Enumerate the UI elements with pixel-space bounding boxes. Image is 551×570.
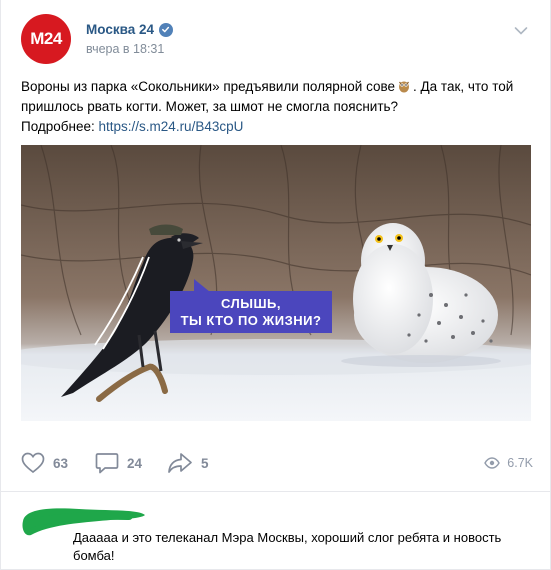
like-button[interactable]: 63: [21, 452, 68, 474]
comment-button[interactable]: 24: [95, 452, 142, 474]
comment-line2: бомба!: [73, 548, 115, 563]
post-photo[interactable]: СЛЫШЬ, ТЫ КТО ПО ЖИЗНИ?: [21, 145, 531, 421]
photo-illustration: [21, 145, 531, 421]
post-time[interactable]: вчера в 18:31: [86, 42, 164, 56]
post-text-line1b: . Да так, что той: [413, 79, 514, 94]
comment-footer-partial: [1, 562, 550, 569]
verified-icon: [158, 22, 173, 37]
post-text-line2: пришлось рвать когти. Может, за шмот не …: [21, 99, 399, 114]
comment-icon: [95, 453, 119, 474]
share-icon: [168, 453, 192, 473]
post-actions: 63 24 5 6.7K: [21, 452, 533, 476]
shares-count: 5: [201, 455, 209, 471]
avatar-logo-text: M24: [30, 29, 62, 48]
bubble-line2: ТЫ КТО ПО ЖИЗНИ?: [180, 313, 322, 328]
post-text: Вороны из парка «Сокольники» предъявили …: [21, 77, 536, 137]
post-link[interactable]: https://s.m24.ru/B43cpU: [99, 119, 244, 134]
comment-text: Дааааа и это телеканал Мэра Москвы, хоро…: [73, 529, 513, 565]
chevron-down-icon[interactable]: [514, 26, 528, 36]
bubble-line1: СЛЫШЬ,: [221, 296, 281, 311]
owl-emoji-icon: [397, 79, 411, 93]
speech-bubble: СЛЫШЬ, ТЫ КТО ПО ЖИЗНИ?: [170, 279, 332, 333]
likes-count: 63: [53, 455, 69, 471]
comments-divider: [1, 491, 550, 492]
comment-line1: Дааааа и это телеканал Мэра Москвы, хоро…: [73, 530, 502, 545]
comments-count: 24: [127, 455, 143, 471]
heart-icon: [21, 452, 45, 474]
author-name[interactable]: Москва 24: [86, 22, 154, 37]
post-text-line1: Вороны из парка «Сокольники» предъявили …: [21, 79, 396, 94]
eye-icon: [484, 457, 501, 469]
share-button[interactable]: 5: [167, 452, 209, 474]
post-card: M24 Москва 24 вчера в 18:31 Вороны из па…: [0, 0, 551, 570]
avatar[interactable]: M24: [21, 14, 71, 64]
views-counter: 6.7K: [484, 456, 533, 470]
post-author[interactable]: Москва 24: [86, 22, 173, 37]
more-label: Подробнее:: [21, 119, 95, 134]
views-count: 6.7K: [507, 456, 533, 470]
